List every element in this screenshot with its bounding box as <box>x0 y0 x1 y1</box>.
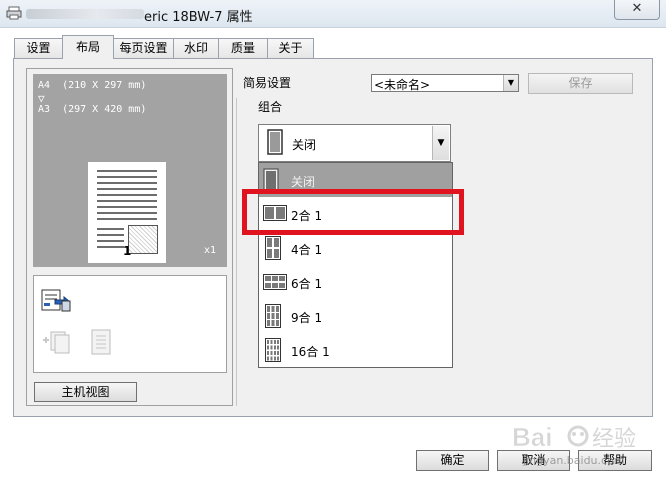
text-line <box>97 182 157 184</box>
text-line <box>97 194 157 196</box>
watermark-text: jingyan.baidu.com <box>523 454 625 467</box>
easy-settings-value: <未命名> <box>374 78 431 92</box>
save-button[interactable]: 保存 <box>528 73 633 94</box>
baidu-watermark-logo: Bai 经验 <box>512 422 636 453</box>
host-view-button[interactable]: 主机视图 <box>34 382 137 402</box>
text-line <box>97 212 157 214</box>
option-label: 16合 1 <box>291 345 330 359</box>
easy-settings-label: 简易设置 <box>243 76 292 90</box>
tab-per-page-settings[interactable]: 每页设置 <box>113 38 174 58</box>
text-line <box>97 228 124 230</box>
booklet-icon <box>91 329 111 355</box>
svg-text:Bai: Bai <box>512 422 552 452</box>
text-line <box>97 206 157 208</box>
printer-icon <box>6 6 22 20</box>
text-line <box>97 170 157 172</box>
divider <box>236 98 237 406</box>
page-number: 1 <box>123 244 132 258</box>
text-line <box>97 246 124 248</box>
tab-settings[interactable]: 设置 <box>14 38 63 58</box>
text-line <box>97 240 124 242</box>
text-line <box>97 218 157 220</box>
text-line <box>97 200 157 202</box>
combine-option-9in1[interactable]: 9合 1 <box>259 299 452 333</box>
paper-size-source: A4 (210 X 297 mm) <box>38 80 147 91</box>
page-16up-icon <box>265 338 281 362</box>
window-title: eric 18BW-7 属性 <box>144 10 253 25</box>
chevron-down-icon[interactable]: ▼ <box>432 126 449 160</box>
tab-quality[interactable]: 质量 <box>218 38 268 58</box>
svg-text:经验: 经验 <box>592 426 636 451</box>
tab-watermark[interactable]: 水印 <box>173 38 219 58</box>
image-block <box>128 225 158 254</box>
tab-about[interactable]: 关于 <box>267 38 314 58</box>
tab-layout[interactable]: 布局 <box>62 35 114 59</box>
option-label: 6合 1 <box>291 277 323 291</box>
paper-size-output: A3 (297 X 420 mm) <box>38 104 147 115</box>
text-line <box>97 188 157 190</box>
option-label: 关闭 <box>291 175 316 189</box>
page-6up-icon <box>263 274 287 290</box>
combine-option-16in1[interactable]: 16合 1 <box>259 333 452 367</box>
option-label: 9合 1 <box>291 311 323 325</box>
chevron-down-icon[interactable]: ▼ <box>503 75 518 91</box>
duplex-icon <box>43 331 70 354</box>
combine-label: 组合 <box>258 100 283 114</box>
output-tray-icon[interactable] <box>41 287 73 313</box>
ok-button[interactable]: 确定 <box>416 450 489 471</box>
combine-current-value: 关闭 <box>292 138 317 152</box>
blurred-title-region <box>26 9 144 19</box>
text-line <box>97 234 124 236</box>
page-9up-icon <box>265 304 281 328</box>
combine-select[interactable] <box>258 124 451 162</box>
page-1up-icon <box>267 129 283 155</box>
combine-option-6in1[interactable]: 6合 1 <box>259 265 452 299</box>
close-button[interactable]: ✕ <box>614 0 660 20</box>
page-4up-icon <box>265 236 281 260</box>
highlight-box <box>242 189 464 235</box>
option-label: 4合 1 <box>291 243 323 257</box>
combine-option-4in1[interactable]: 4合 1 <box>259 231 452 265</box>
text-line <box>97 176 157 178</box>
copies-count: x1 <box>204 245 217 256</box>
